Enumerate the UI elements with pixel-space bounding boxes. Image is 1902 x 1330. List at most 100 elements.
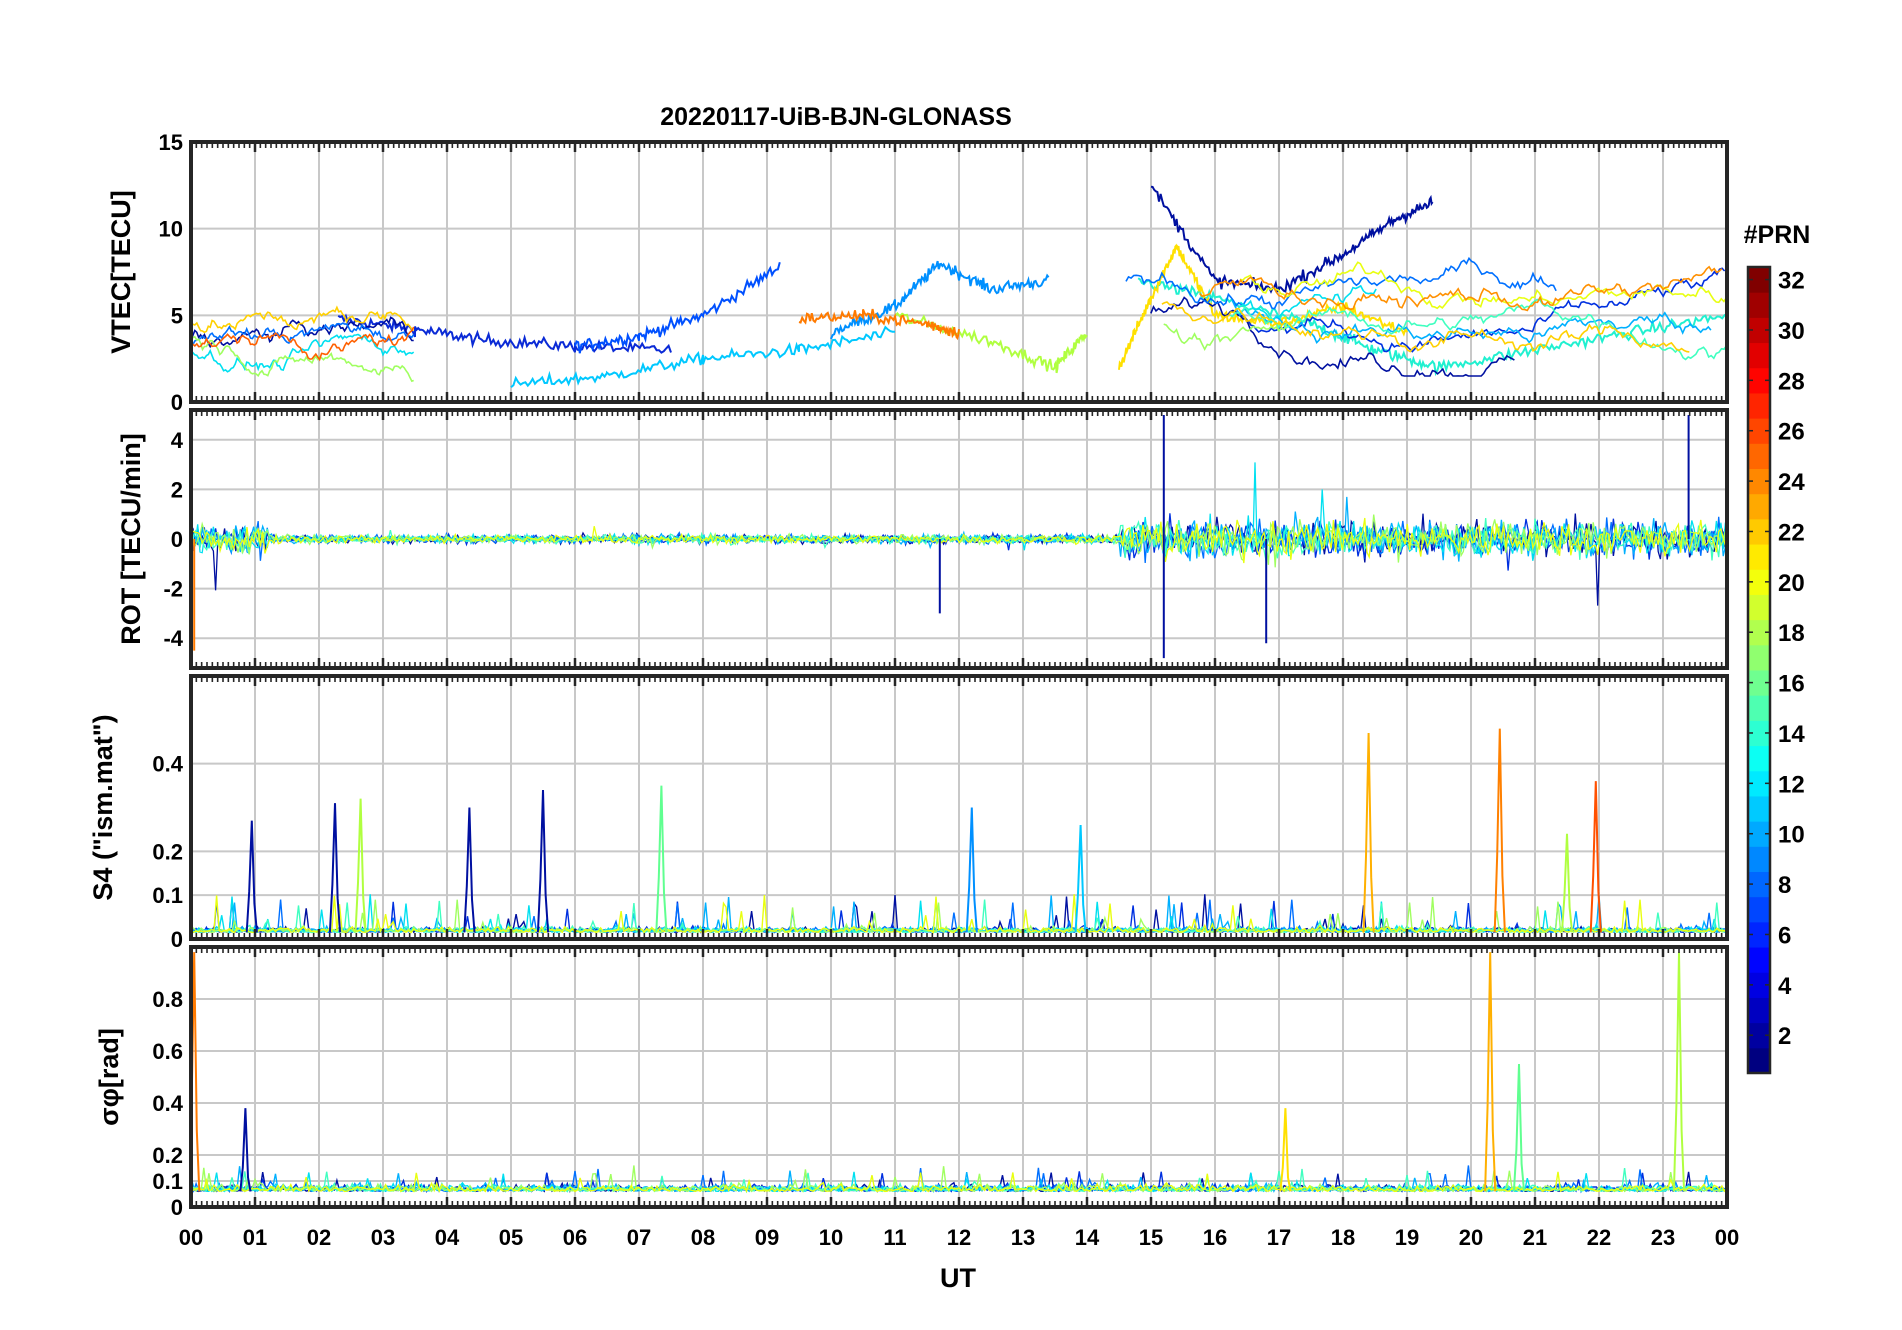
colorbar-swatch [1748, 443, 1770, 469]
vtec-series [1239, 261, 1727, 310]
peak-mark [1279, 1108, 1292, 1192]
colorbar-swatch [1748, 846, 1770, 872]
y-tick-label: 0.8 [152, 987, 183, 1012]
x-tick-label: 19 [1395, 1225, 1419, 1250]
colorbar-swatch [1748, 947, 1770, 973]
y-tick-label: 0.2 [152, 839, 183, 864]
x-tick-label: 20 [1459, 1225, 1483, 1250]
colorbar-swatch [1748, 745, 1770, 772]
y-tick-label: 0.1 [152, 883, 183, 908]
y-tick-label: 0 [171, 927, 183, 952]
colorbar-swatch [1748, 644, 1770, 671]
x-tick-label: 12 [947, 1225, 971, 1250]
x-tick-label: 06 [563, 1225, 587, 1250]
x-tick-label: 03 [371, 1225, 395, 1250]
x-tick-label: 02 [307, 1225, 331, 1250]
x-tick-label: 17 [1267, 1225, 1291, 1250]
panel-2: -4 -2 0 2 4 ROT [TECU/min] [116, 408, 1729, 670]
x-tick-label: 09 [755, 1225, 779, 1250]
colorbar-swatch [1748, 392, 1770, 419]
x-tick-label: 23 [1651, 1225, 1675, 1250]
vtec-series [1229, 298, 1727, 361]
peak-mark [463, 807, 476, 933]
x-tick-label: 22 [1587, 1225, 1611, 1250]
chart-title: 20220117-UiB-BJN-GLONASS [660, 103, 1012, 131]
x-tick-label: 15 [1139, 1225, 1163, 1250]
vtec-series [1199, 265, 1723, 312]
colorbar-tick-label: 10 [1778, 822, 1805, 849]
peak-mark [354, 798, 367, 933]
y-tick-label: 0.4 [152, 1091, 183, 1116]
y-axis-label: S4 ("ism.mat") [88, 714, 118, 900]
peak-mark [655, 785, 668, 933]
y-axis-label: σφ[rad] [94, 1028, 124, 1126]
chart: 20220117-UiB-BJN-GLONASS 051015VTEC[TECU… [88, 103, 1811, 1293]
colorbar-swatch [1748, 544, 1770, 570]
y-tick-label: 2 [171, 477, 183, 502]
y-tick-label: 4 [171, 428, 184, 453]
colorbar: 2468101214161820222426283032 [1746, 265, 1805, 1075]
vtec-series [1240, 267, 1726, 353]
vtec-series [191, 335, 414, 383]
colorbar-tick-label: 2 [1778, 1023, 1791, 1050]
x-tick-label: 05 [499, 1225, 523, 1250]
y-tick-label: 0 [171, 390, 183, 415]
colorbar-tick-label: 8 [1778, 872, 1791, 899]
colorbar-swatch [1748, 292, 1770, 318]
colorbar-tick-label: 32 [1778, 268, 1805, 295]
x-tick-label: 11 [883, 1225, 906, 1250]
colorbar-tick-label: 14 [1778, 721, 1805, 748]
y-tick-label: 0.2 [152, 1143, 183, 1168]
x-tick-label: 10 [819, 1225, 843, 1250]
vtec-series [1161, 301, 1690, 353]
y-tick-label: 0.4 [152, 752, 183, 777]
peak-mark [1560, 833, 1574, 933]
peak-mark [1074, 824, 1087, 933]
vtec-series [191, 305, 415, 334]
colorbar-swatch [1748, 997, 1770, 1024]
vtec-series [798, 308, 960, 341]
y-tick-label: 0 [171, 527, 183, 552]
colorbar-label: #PRN [1744, 221, 1811, 249]
vtec-series [1163, 322, 1292, 352]
colorbar-tick-label: 16 [1778, 671, 1805, 698]
panel-3: 0 0.1 0.2 0.4 S4 ("ism.mat") [88, 674, 1729, 952]
y-tick-label: 10 [159, 217, 183, 242]
colorbar-tick-label: 30 [1778, 318, 1805, 345]
y-axis-label: ROT [TECU/min] [116, 433, 146, 644]
x-tick-label: 08 [691, 1225, 715, 1250]
x-tick-label: 07 [627, 1225, 651, 1250]
colorbar-swatch [1748, 695, 1770, 721]
colorbar-tick-label: 20 [1778, 570, 1805, 597]
vtec-series [574, 261, 781, 354]
colorbar-tick-label: 4 [1778, 973, 1792, 1000]
y-tick-label: 0.6 [152, 1039, 183, 1064]
y-tick-label: 5 [171, 303, 183, 328]
x-tick-label: 14 [1075, 1225, 1100, 1250]
colorbar-tick-label: 28 [1778, 368, 1805, 395]
colorbar-tick-label: 12 [1778, 771, 1805, 798]
x-tick-label: 21 [1523, 1225, 1547, 1250]
panels: 051015VTEC[TECU]-4-2024ROT [TECU/min]00.… [88, 130, 1739, 1250]
colorbar-swatch [1748, 795, 1770, 822]
x-axis-label: UT [940, 1263, 976, 1293]
colorbar-tick-label: 18 [1778, 620, 1805, 647]
x-tick-label: 01 [243, 1225, 267, 1250]
x-tick-label: 04 [435, 1225, 460, 1250]
colorbar-swatch [1748, 896, 1770, 923]
peak-mark [965, 807, 978, 933]
colorbar-tick-label: 22 [1778, 519, 1805, 546]
peak-mark [1512, 1063, 1526, 1192]
panel-4: 00.10.2 0.4 0.6 0.8 σφ[rad] [94, 945, 1729, 1220]
y-tick-label: 15 [159, 130, 183, 155]
panel-1: 0 5 10 15 VTEC[TECU] [106, 130, 1729, 415]
colorbar-swatch [1748, 594, 1770, 621]
colorbar-tick-label: 6 [1778, 922, 1791, 949]
colorbar-swatch [1748, 493, 1770, 520]
y-tick-label: 0.1 [152, 1169, 183, 1194]
colorbar-swatch [1748, 342, 1770, 369]
vtec-series [1118, 243, 1408, 370]
x-tick-label: 00 [179, 1225, 203, 1250]
y-tick-label: -2 [163, 577, 183, 602]
x-tick-label: 16 [1203, 1225, 1227, 1250]
